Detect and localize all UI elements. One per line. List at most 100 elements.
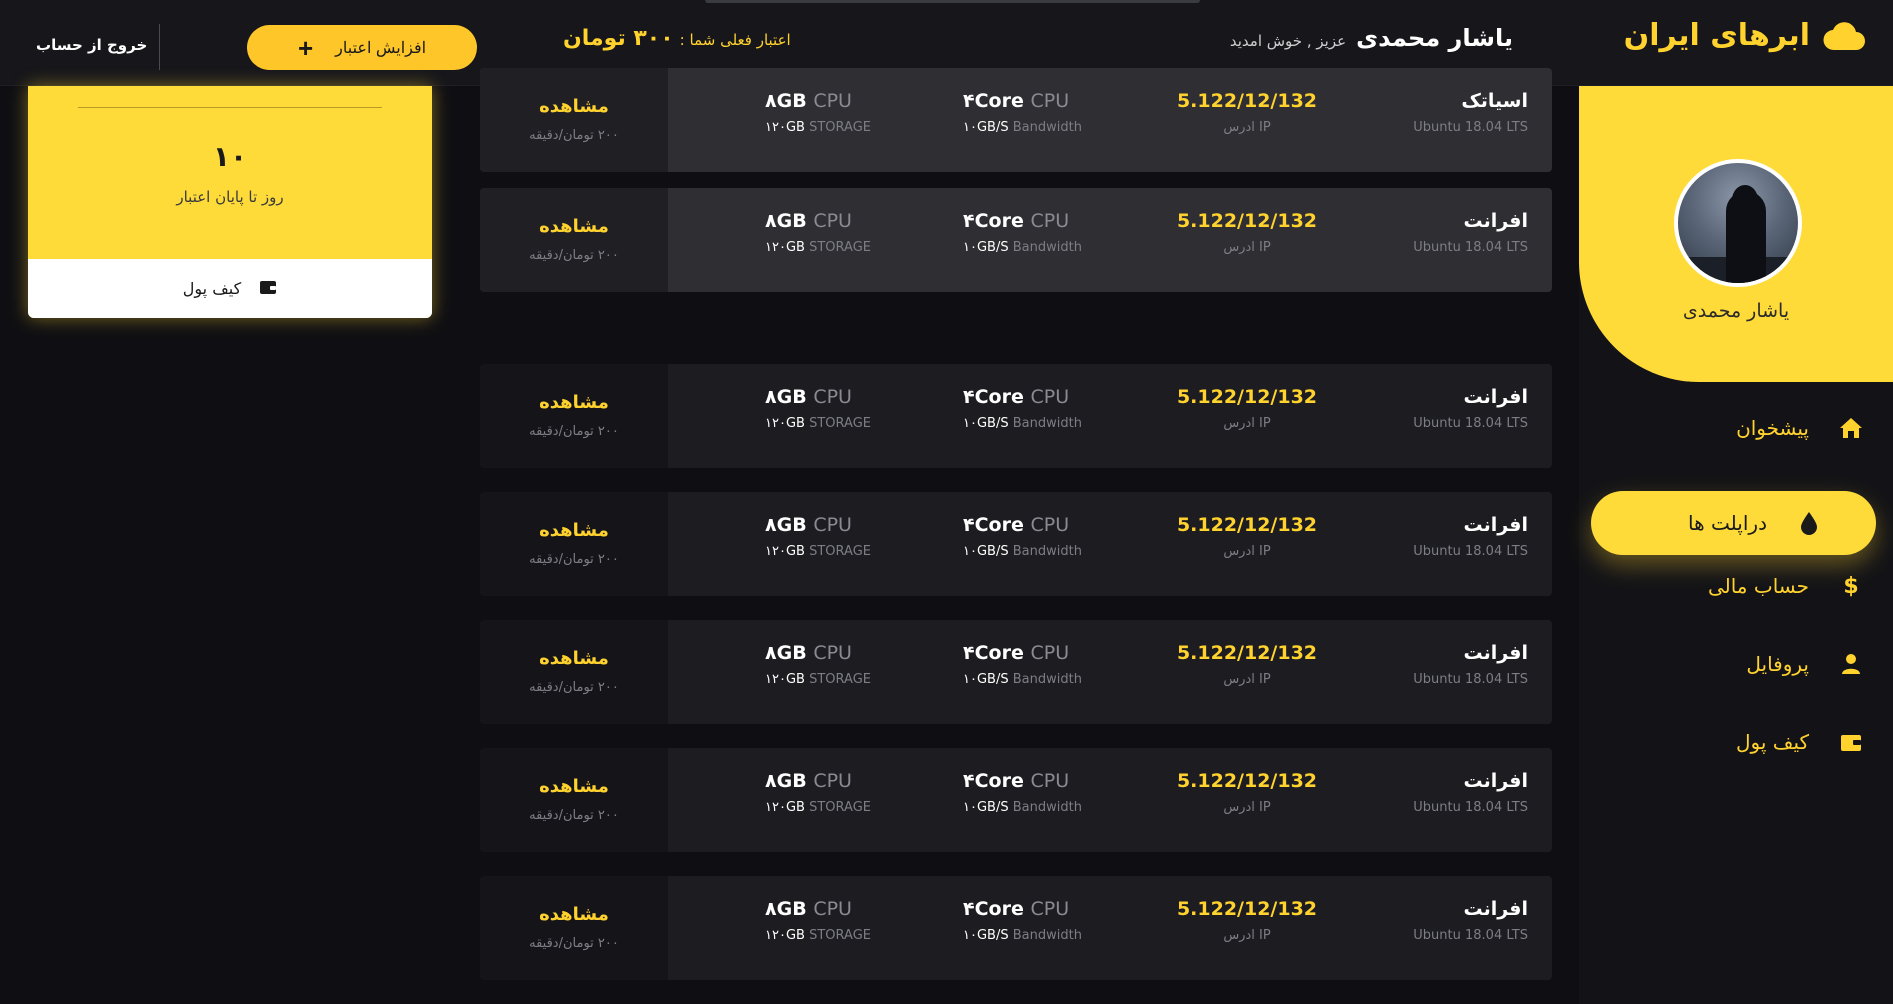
name-cell: افرانت Ubuntu 18.04 LTS — [1413, 514, 1528, 559]
cpu-unit: CPU — [1030, 898, 1070, 920]
storage-value: ۱۲۰GB — [765, 800, 805, 815]
droplet-action: مشاهده ۲۰۰ تومان/دقیقه — [480, 188, 668, 292]
view-button[interactable]: مشاهده — [480, 904, 668, 925]
sidebar-item-label: پروفایل — [1746, 652, 1809, 676]
sidebar-item-profile[interactable]: پروفایل — [1746, 652, 1863, 676]
droplet-name: افرانت — [1463, 386, 1528, 408]
droplet-row[interactable]: مشاهده ۲۰۰ تومان/دقیقه ۸GB CPU ۱۲۰GB STORAG… — [480, 188, 1552, 292]
name-cell: اسیاتک Ubuntu 18.04 LTS — [1413, 90, 1528, 135]
wallet-link-label: کیف پول — [182, 279, 242, 298]
ip-label: ادرس IP — [1223, 928, 1271, 943]
cpu-value: ۴Core — [963, 210, 1024, 232]
header-user-name: یاشار محمدی — [1356, 24, 1513, 52]
bandwidth-label: Bandwidth — [1012, 928, 1082, 943]
view-button[interactable]: مشاهده — [480, 520, 668, 541]
cpu-unit: CPU — [1030, 514, 1070, 536]
droplet-os: Ubuntu 18.04 LTS — [1413, 672, 1528, 687]
home-icon — [1839, 416, 1863, 440]
droplet-row[interactable]: مشاهده ۲۰۰ تومان/دقیقه ۸GB CPU ۱۲۰GB STORAG… — [480, 364, 1552, 468]
greeting-text: عزیز , خوش امدید — [1229, 32, 1347, 50]
cpu-value: ۴Core — [963, 770, 1024, 792]
droplet-action: مشاهده ۲۰۰ تومان/دقیقه — [480, 748, 668, 852]
sidebar-item-droplets[interactable]: دراپلت ها — [1591, 491, 1876, 555]
add-credit-button[interactable]: افزایش اعتبار + — [247, 25, 477, 70]
droplet-os: Ubuntu 18.04 LTS — [1413, 240, 1528, 255]
wallet-link[interactable]: کیف پول — [28, 259, 432, 318]
storage-label: STORAGE — [809, 672, 871, 687]
credit-card: ۱۰ روز تا پایان اعتبار کیف پول — [28, 86, 432, 318]
droplet-price: ۲۰۰ تومان/دقیقه — [529, 128, 619, 143]
droplet-row[interactable]: مشاهده ۲۰۰ تومان/دقیقه ۸GB CPU ۱۲۰GB STORAG… — [480, 492, 1552, 596]
header-divider — [159, 24, 160, 70]
view-button[interactable]: مشاهده — [480, 96, 668, 117]
ram-cell: ۸GB CPU ۱۲۰GB STORAGE — [765, 898, 871, 943]
droplet-price: ۲۰۰ تومان/دقیقه — [529, 552, 619, 567]
ram-value: ۸GB — [765, 898, 807, 920]
ip-label: ادرس IP — [1223, 416, 1271, 431]
cpu-cell: ۴Core CPU ۱۰GB/S Bandwidth — [963, 210, 1082, 255]
ram-cell: ۸GB CPU ۱۲۰GB STORAGE — [765, 386, 871, 431]
droplet-row[interactable]: مشاهده ۲۰۰ تومان/دقیقه ۸GB CPU ۱۲۰GB STORAG… — [480, 876, 1552, 980]
cpu-value: ۴Core — [963, 514, 1024, 536]
ip-label: ادرس IP — [1223, 544, 1271, 559]
view-button[interactable]: مشاهده — [480, 216, 668, 237]
ip-address: 5.122/12/132 — [1176, 386, 1318, 408]
ip-label: ادرس IP — [1223, 240, 1271, 255]
storage-label: STORAGE — [809, 240, 871, 255]
droplet-row[interactable]: مشاهده ۲۰۰ تومان/دقیقه ۸GB CPU ۱۲۰GB STORAG… — [480, 620, 1552, 724]
storage-label: STORAGE — [809, 416, 871, 431]
logout-link[interactable]: خروج از حساب — [36, 36, 147, 54]
droplet-row[interactable]: مشاهده ۲۰۰ تومان/دقیقه ۸GB CPU ۱۲۰GB STORAG… — [480, 748, 1552, 852]
bandwidth-value: ۱۰GB/S — [963, 672, 1009, 687]
droplet-os: Ubuntu 18.04 LTS — [1413, 416, 1528, 431]
storage-value: ۱۲۰GB — [765, 416, 805, 431]
bandwidth-value: ۱۰GB/S — [963, 800, 1009, 815]
ram-unit: CPU — [813, 770, 852, 792]
ip-cell: 5.122/12/132 ادرس IP — [1172, 642, 1322, 687]
sidebar-item-wallet[interactable]: کیف پول — [1736, 730, 1863, 754]
droplet-name: افرانت — [1463, 642, 1528, 664]
view-button[interactable]: مشاهده — [480, 648, 668, 669]
cpu-cell: ۴Core CPU ۱۰GB/S Bandwidth — [963, 770, 1082, 815]
profile-card: یاشار محمدی — [1579, 86, 1893, 382]
storage-value: ۱۲۰GB — [765, 928, 805, 943]
sidebar-item-finance[interactable]: $ حساب مالی — [1708, 574, 1863, 599]
storage-label: STORAGE — [809, 928, 871, 943]
ip-label: ادرس IP — [1223, 120, 1271, 135]
bandwidth-value: ۱۰GB/S — [963, 928, 1009, 943]
sidebar-item-dashboard[interactable]: پیشخوان — [1736, 416, 1863, 440]
plus-icon: + — [297, 32, 314, 63]
ram-value: ۸GB — [765, 90, 807, 112]
brand-name: ابرهای ایران — [1623, 18, 1810, 53]
droplet-row[interactable]: مشاهده ۲۰۰ تومان/دقیقه ۸GB CPU ۱۲۰GB STORAG… — [480, 68, 1552, 172]
cpu-unit: CPU — [1030, 90, 1070, 112]
droplet-name: افرانت — [1463, 514, 1528, 536]
user-icon — [1839, 652, 1863, 676]
ip-cell: 5.122/12/132 ادرس IP — [1172, 898, 1322, 943]
bandwidth-value: ۱۰GB/S — [963, 120, 1009, 135]
ram-unit: CPU — [813, 386, 852, 408]
avatar[interactable] — [1674, 159, 1802, 287]
cpu-cell: ۴Core CPU ۱۰GB/S Bandwidth — [963, 642, 1082, 687]
ip-address: 5.122/12/132 — [1176, 90, 1318, 112]
ram-cell: ۸GB CPU ۱۲۰GB STORAGE — [765, 90, 871, 135]
ip-address: 5.122/12/132 — [1176, 898, 1318, 920]
storage-value: ۱۲۰GB — [765, 120, 805, 135]
brand[interactable]: ابرهای ایران — [1624, 18, 1866, 53]
view-button[interactable]: مشاهده — [480, 392, 668, 413]
cpu-unit: CPU — [1030, 770, 1070, 792]
droplet-price: ۲۰۰ تومان/دقیقه — [529, 936, 619, 951]
view-button[interactable]: مشاهده — [480, 776, 668, 797]
ip-address: 5.122/12/132 — [1176, 210, 1318, 232]
cpu-cell: ۴Core CPU ۱۰GB/S Bandwidth — [963, 386, 1082, 431]
ram-cell: ۸GB CPU ۱۲۰GB STORAGE — [765, 514, 871, 559]
cpu-cell: ۴Core CPU ۱۰GB/S Bandwidth — [963, 898, 1082, 943]
window-handle — [705, 0, 1200, 3]
ip-address: 5.122/12/132 — [1176, 642, 1318, 664]
cpu-unit: CPU — [1030, 386, 1070, 408]
droplet-action: مشاهده ۲۰۰ تومان/دقیقه — [480, 364, 668, 468]
ip-cell: 5.122/12/132 ادرس IP — [1172, 514, 1322, 559]
ram-value: ۸GB — [765, 642, 807, 664]
droplet-price: ۲۰۰ تومان/دقیقه — [529, 424, 619, 439]
droplet-name: افرانت — [1463, 770, 1528, 792]
